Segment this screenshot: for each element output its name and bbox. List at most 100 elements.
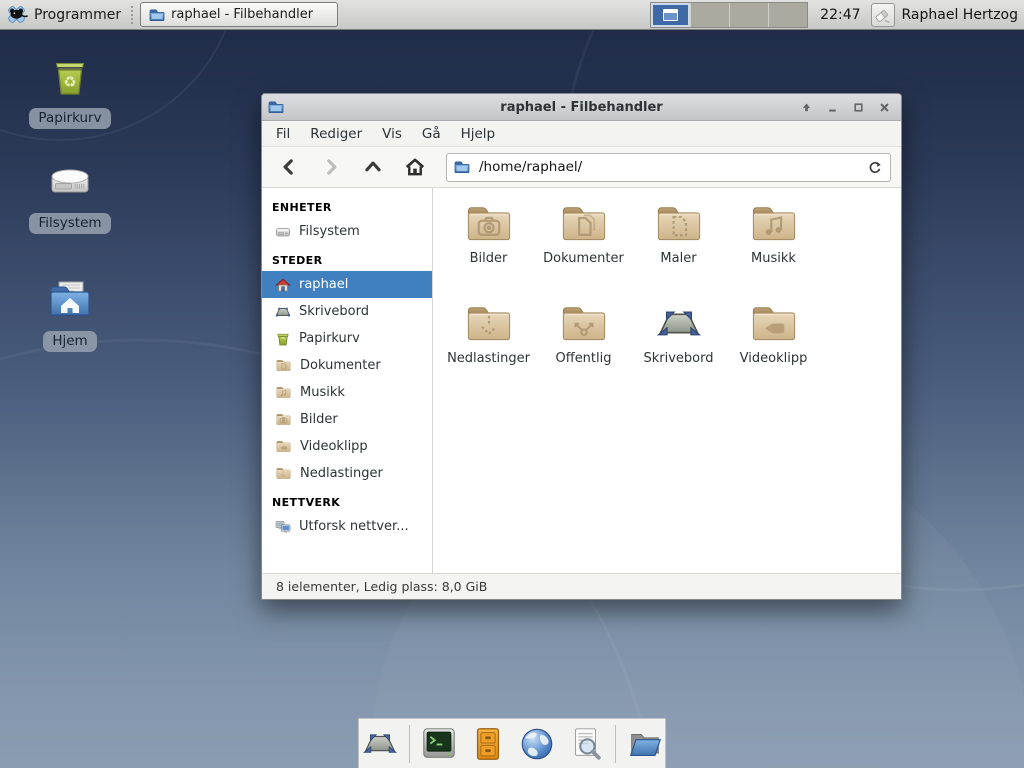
file-item-musikk[interactable]: Musikk xyxy=(726,202,821,302)
sidebar-item-dokumenter[interactable]: Dokumenter xyxy=(262,352,432,379)
file-item-label: Offentlig xyxy=(556,351,612,366)
file-item-label: Musikk xyxy=(751,251,796,266)
terminal-icon xyxy=(420,725,458,763)
sidebar-item-nedlastinger[interactable]: Nedlastinger xyxy=(262,460,432,487)
file-item-dokumenter[interactable]: Dokumenter xyxy=(536,202,631,302)
back-button[interactable] xyxy=(272,152,306,182)
sidebar: ENHETER Filsystem STEDER raphael Skriveb… xyxy=(262,188,433,573)
sidebar-item-videoklipp[interactable]: Videoklipp xyxy=(262,433,432,460)
folder-music-icon xyxy=(748,202,800,246)
desktop-icon-trash[interactable]: ♻ Papirkurv xyxy=(0,55,140,129)
file-item-skrivebord[interactable]: Skrivebord xyxy=(631,302,726,402)
logout-icon-box xyxy=(871,3,895,27)
menu-fil[interactable]: Fil xyxy=(266,123,300,145)
minimize-button[interactable] xyxy=(821,97,843,117)
folder-templates-icon xyxy=(653,202,705,246)
dock-separator xyxy=(409,725,410,763)
home-icon xyxy=(404,156,426,178)
file-manager-window: raphael - Filbehandler xyxy=(261,93,902,600)
file-item-nedlastinger[interactable]: Nedlastinger xyxy=(441,302,536,402)
maximize-icon xyxy=(852,101,865,114)
menu-rediger[interactable]: Rediger xyxy=(300,123,372,145)
dock-show-desktop-button[interactable] xyxy=(360,724,400,764)
taskbar-window-button[interactable]: raphael - Filbehandler xyxy=(140,2,338,27)
document-search-icon xyxy=(567,725,605,763)
file-item-offentlig[interactable]: Offentlig xyxy=(536,302,631,402)
desktop-icon-filesystem[interactable]: Filsystem xyxy=(0,160,140,234)
dock-file-manager-button[interactable] xyxy=(625,724,665,764)
home-button[interactable] xyxy=(398,152,432,182)
back-icon xyxy=(279,157,299,177)
menu-ga[interactable]: Gå xyxy=(412,123,451,145)
workspace-3[interactable] xyxy=(729,3,768,27)
trash-full-icon: ♻ xyxy=(45,55,95,103)
panel-grip[interactable] xyxy=(131,6,136,24)
clock: 22:47 xyxy=(820,7,860,23)
sidebar-header-nettverk: NETTVERK xyxy=(262,487,432,513)
forward-button[interactable] xyxy=(314,152,348,182)
file-item-label: Skrivebord xyxy=(643,351,713,366)
file-item-bilder[interactable]: Bilder xyxy=(441,202,536,302)
folder-download-icon xyxy=(275,466,292,481)
folder-public-icon xyxy=(558,302,610,346)
sidebar-item-raphael[interactable]: raphael xyxy=(262,271,432,298)
folder-pictures-icon xyxy=(463,202,515,246)
sidebar-item-label: Dokumenter xyxy=(300,358,381,373)
sidebar-item-filsystem[interactable]: Filsystem xyxy=(262,218,432,245)
folder-documents-icon xyxy=(558,202,610,246)
sidebar-item-label: Bilder xyxy=(300,412,338,427)
file-cabinet-icon xyxy=(469,725,507,763)
folder-videos-icon xyxy=(748,302,800,346)
window-titlebar[interactable]: raphael - Filbehandler xyxy=(262,94,901,121)
sidebar-item-skrivebord[interactable]: Skrivebord xyxy=(262,298,432,325)
desktop-icon-home[interactable]: Hjem xyxy=(0,278,140,352)
user-home-icon xyxy=(275,277,291,293)
sidebar-item-papirkurv[interactable]: Papirkurv xyxy=(262,325,432,352)
close-button[interactable] xyxy=(873,97,895,117)
workspace-switcher xyxy=(650,2,808,28)
sidebar-item-label: Videoklipp xyxy=(300,439,368,454)
sidebar-item-label: Filsystem xyxy=(299,224,360,239)
file-item-label: Dokumenter xyxy=(543,251,624,266)
reload-button[interactable] xyxy=(863,158,885,178)
top-panel: Programmer raphael - Filbehandler 22:47 xyxy=(0,0,1024,30)
close-icon xyxy=(878,101,891,114)
user-actions-button[interactable]: Raphael Hertzog xyxy=(871,3,1018,27)
hard-drive-icon xyxy=(45,160,95,208)
file-item-maler[interactable]: Maler xyxy=(631,202,726,302)
sidebar-header-enheter: ENHETER xyxy=(262,192,432,218)
sidebar-item-label: Utforsk nettver... xyxy=(299,519,409,534)
sidebar-item-label: Musikk xyxy=(300,385,345,400)
maximize-button[interactable] xyxy=(847,97,869,117)
shade-button[interactable] xyxy=(795,97,817,117)
dock-file-cabinet-button[interactable] xyxy=(468,724,508,764)
desktop-icon xyxy=(275,304,291,320)
workspace-2[interactable] xyxy=(690,3,729,27)
applications-menu-button[interactable]: Programmer xyxy=(0,1,129,29)
sidebar-item-utforsk-nettverket[interactable]: Utforsk nettver... xyxy=(262,513,432,540)
dock-web-browser-button[interactable] xyxy=(517,724,557,764)
menubar: Fil Rediger Vis Gå Hjelp xyxy=(262,121,901,147)
workspace-1[interactable] xyxy=(651,3,690,27)
menu-vis[interactable]: Vis xyxy=(372,123,412,145)
eraser-icon xyxy=(873,5,893,25)
file-view[interactable]: Bilder Dokumenter Maler Musikk Nedlastin… xyxy=(433,188,901,573)
sidebar-item-musikk[interactable]: Musikk xyxy=(262,379,432,406)
up-button[interactable] xyxy=(356,152,390,182)
statusbar: 8 ielementer, Ledig plass: 8,0 GiB xyxy=(262,573,901,599)
toolbar xyxy=(262,147,901,188)
file-item-videoklipp[interactable]: Videoklipp xyxy=(726,302,821,402)
reload-icon xyxy=(867,160,882,175)
sidebar-header-steder: STEDER xyxy=(262,245,432,271)
folder-videos-icon xyxy=(275,439,292,454)
dock-search-button[interactable] xyxy=(566,724,606,764)
show-desktop-icon xyxy=(360,727,400,761)
location-bar[interactable] xyxy=(446,153,891,182)
workspace-4[interactable] xyxy=(768,3,807,27)
sidebar-item-label: raphael xyxy=(299,277,348,292)
menu-hjelp[interactable]: Hjelp xyxy=(451,123,506,145)
sidebar-item-bilder[interactable]: Bilder xyxy=(262,406,432,433)
arrow-up-icon xyxy=(800,101,813,114)
file-item-label: Bilder xyxy=(470,251,508,266)
dock-terminal-button[interactable] xyxy=(419,724,459,764)
